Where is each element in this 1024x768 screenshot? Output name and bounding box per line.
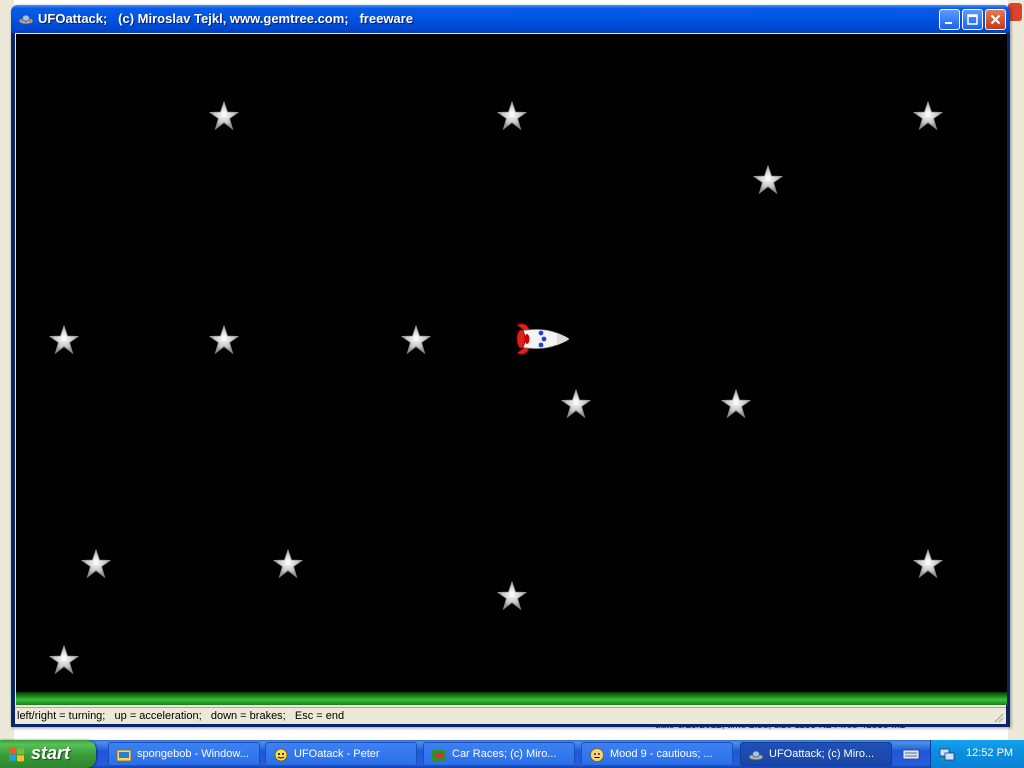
star-13 [496,580,528,612]
ufoattack-window: UFOattack; (c) Miroslav Tejkl, www.gemtr… [11,5,1010,727]
game-canvas[interactable] [16,34,1007,705]
star-10 [80,548,112,580]
ufo-icon [748,750,764,761]
taskbar-item-ufoatack-peter[interactable]: UFOatack - Peter [265,742,417,766]
taskbar-item-mood-9[interactable]: Mood 9 - cautious; ... [581,742,733,766]
window-title: UFOattack; (c) Miroslav Tejkl, www.gemtr… [38,11,413,26]
system-tray: 12:52 PM [930,740,1024,768]
taskbar-item-car-races[interactable]: Car Races; (c) Miro... [423,742,575,766]
network-icon[interactable] [939,746,955,762]
taskbar: start spongebob - Window... UFOatack - P… [0,740,1024,768]
star-9 [720,388,752,420]
explorer-folder-icon [116,749,132,762]
window-titlebar[interactable]: UFOattack; (c) Miroslav Tejkl, www.gemtr… [11,5,1010,33]
grass-ground [16,692,1007,705]
peter-app-icon [274,748,288,762]
star-12 [912,548,944,580]
star-1 [208,100,240,132]
star-8 [560,388,592,420]
start-label: start [31,743,71,763]
background-window-right-edge [1008,0,1024,740]
resize-grip-icon[interactable] [992,711,1004,723]
desktop: date 6/29/2012, time 2:58, size 1155 KB … [0,0,1024,740]
rocket-ship [516,323,570,355]
star-2 [496,100,528,132]
close-button[interactable] [985,9,1006,30]
keyboard-icon[interactable] [902,746,920,762]
star-5 [48,324,80,356]
taskbar-item-spongebob[interactable]: spongebob - Window... [108,742,260,766]
status-bar: left/right = turning; up = acceleration;… [15,707,1006,724]
windows-logo-icon [9,747,24,762]
star-3 [912,100,944,132]
star-4 [752,164,784,196]
taskbar-item-label: Mood 9 - cautious; ... [610,748,713,760]
window-client-area: left/right = turning; up = acceleration;… [15,33,1007,724]
taskbar-item-ufoattack[interactable]: UFOattack; (c) Miro... [740,742,892,766]
maximize-button[interactable] [962,9,983,30]
close-icon [990,14,1001,25]
taskbar-item-label: UFOattack; (c) Miro... [769,748,875,760]
status-controls-hint: left/right = turning; up = acceleration;… [17,710,345,722]
smiley-icon [590,748,604,762]
minimize-icon [945,22,952,24]
car-races-icon [432,750,446,761]
star-6 [208,324,240,356]
minimize-button[interactable] [939,9,960,30]
background-window-close-button[interactable] [1008,3,1022,21]
start-button[interactable]: start [0,740,96,768]
star-7 [400,324,432,356]
maximize-icon [967,14,978,25]
star-14 [48,644,80,676]
taskbar-item-label: spongebob - Window... [137,748,249,760]
clock[interactable]: 12:52 PM [966,747,1013,759]
ufo-icon [18,14,34,25]
taskbar-item-label: Car Races; (c) Miro... [452,748,557,760]
taskbar-item-label: UFOatack - Peter [294,748,380,760]
star-11 [272,548,304,580]
